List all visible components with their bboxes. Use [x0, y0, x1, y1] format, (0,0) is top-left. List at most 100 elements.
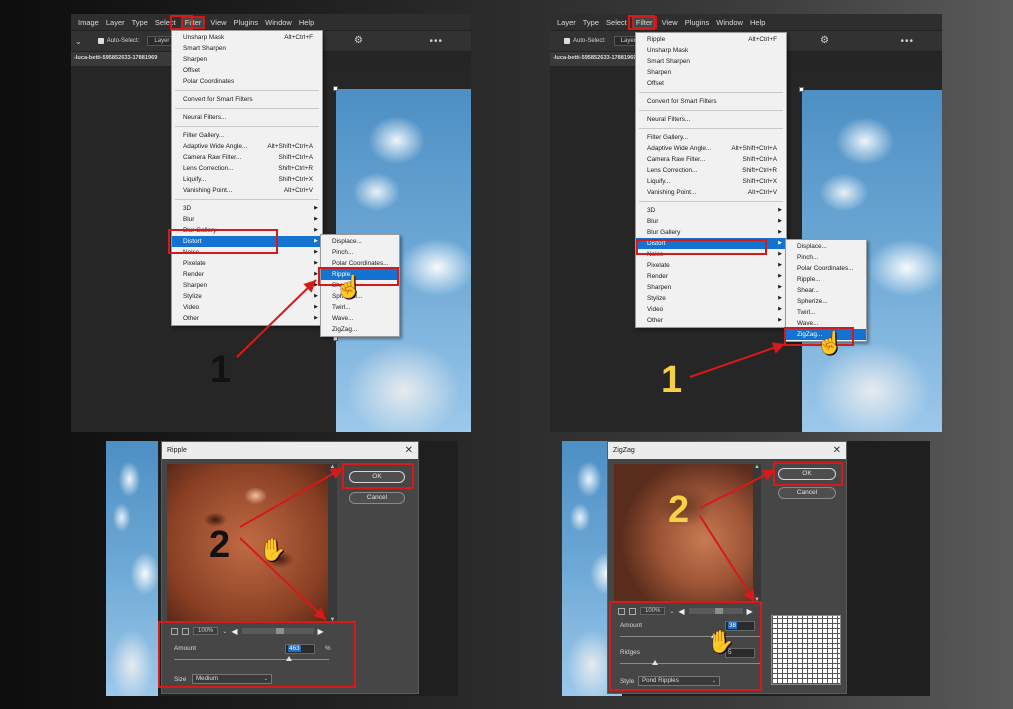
menu-item-lens-correction[interactable]: Lens Correction... Shift+Ctrl+R — [172, 163, 322, 174]
menu-image[interactable]: Image — [78, 18, 99, 27]
menu-item-vanishing-point[interactable]: Vanishing Point... Alt+Ctrl+V — [636, 187, 786, 198]
document-tab[interactable]: -luca-betti-595852633-17881969 — [71, 52, 175, 66]
menu-item-zigzag[interactable]: ZigZag... — [321, 324, 399, 335]
menu-item-smart-sharpen[interactable]: Smart Sharpen — [636, 56, 786, 67]
menu-item-other[interactable]: Other ▶ — [172, 313, 322, 324]
menu-item-other[interactable]: Other ▶ — [636, 315, 786, 326]
menu-item-ripple[interactable]: Ripple... — [786, 274, 866, 285]
submenu-arrow-icon: ▶ — [778, 218, 782, 224]
menu-item-sharpen[interactable]: Sharpen — [636, 67, 786, 78]
menu-layer[interactable]: Layer — [106, 18, 125, 27]
menu-item-sharpen[interactable]: Sharpen — [172, 54, 322, 65]
menu-item-convert-for-smart-filters[interactable]: Convert for Smart Filters — [172, 94, 322, 105]
menu-help[interactable]: Help — [750, 18, 765, 27]
menu-item-label: Unsharp Mask — [183, 34, 225, 41]
menu-item-convert-for-smart-filters[interactable]: Convert for Smart Filters — [636, 96, 786, 107]
menu-item-polar-coordinates[interactable]: Polar Coordinates... — [786, 263, 866, 274]
menu-view[interactable]: View — [662, 18, 678, 27]
checkbox-icon[interactable] — [97, 38, 104, 44]
preview-scrollbar[interactable]: ▲ ▼ — [753, 464, 761, 603]
cancel-button[interactable]: Cancel — [349, 492, 405, 504]
menu-plugins[interactable]: Plugins — [234, 18, 259, 27]
filter-preview[interactable] — [167, 464, 328, 623]
filter-menu: Unsharp Mask Alt+Ctrl+F Smart Sharpen Sharp… — [171, 30, 323, 326]
menu-window[interactable]: Window — [716, 18, 743, 27]
menu-item-blur[interactable]: Blur ▶ — [172, 214, 322, 225]
submenu-arrow-icon: ▶ — [314, 216, 318, 222]
checkbox-icon[interactable] — [564, 38, 570, 44]
menu-item-3d[interactable]: 3D ▶ — [172, 203, 322, 214]
menu-item-neural-filters[interactable]: Neural Filters... — [636, 114, 786, 125]
menu-window[interactable]: Window — [265, 18, 292, 27]
menu-item-sharpen[interactable]: Sharpen ▶ — [172, 280, 322, 291]
menu-item-smart-sharpen[interactable]: Smart Sharpen — [172, 43, 322, 54]
menu-item-video[interactable]: Video ▶ — [636, 304, 786, 315]
menu-item-lens-correction[interactable]: Lens Correction... Shift+Ctrl+R — [636, 165, 786, 176]
menu-item-render[interactable]: Render ▶ — [172, 269, 322, 280]
menu-item-stylize[interactable]: Stylize ▶ — [172, 291, 322, 302]
menu-item-unsharp-mask[interactable]: Unsharp Mask Alt+Ctrl+F — [172, 32, 322, 43]
menu-item-displace[interactable]: Displace... — [321, 236, 399, 247]
transform-handle[interactable] — [333, 86, 338, 91]
transform-handle[interactable] — [799, 87, 804, 92]
menu-item-label: Render — [183, 271, 204, 278]
menu-item-filter-gallery[interactable]: Filter Gallery... — [172, 130, 322, 141]
menu-item-pixelate[interactable]: Pixelate ▶ — [172, 258, 322, 269]
menu-item-label: Blur — [647, 218, 659, 225]
menu-separator — [175, 108, 319, 109]
menu-type[interactable]: Type — [132, 18, 148, 27]
menu-type[interactable]: Type — [583, 18, 599, 27]
menu-item-twirl[interactable]: Twirl... — [786, 307, 866, 318]
menu-item-displace[interactable]: Displace... — [786, 241, 866, 252]
menu-item-shear[interactable]: Shear... — [786, 285, 866, 296]
close-icon[interactable]: ✕ — [405, 442, 413, 459]
menu-item-label: Twirl... — [332, 304, 351, 311]
menu-plugins[interactable]: Plugins — [685, 18, 710, 27]
menu-item-label: Wave... — [332, 315, 354, 322]
menu-item-vanishing-point[interactable]: Vanishing Point... Alt+Ctrl+V — [172, 185, 322, 196]
menu-item-video[interactable]: Video ▶ — [172, 302, 322, 313]
menu-item-polar-coordinates[interactable]: Polar Coordinates — [172, 76, 322, 87]
menu-item-unsharp-mask[interactable]: Unsharp Mask — [636, 45, 786, 56]
menu-select[interactable]: Select — [606, 18, 627, 27]
menu-item-pinch[interactable]: Pinch... — [786, 252, 866, 263]
cancel-button[interactable]: Cancel — [778, 487, 836, 499]
menu-item-label: Stylize — [647, 295, 666, 302]
gear-icon[interactable]: ⚙ — [354, 35, 363, 46]
menu-item-neural-filters[interactable]: Neural Filters... — [172, 112, 322, 123]
menu-item-render[interactable]: Render ▶ — [636, 271, 786, 282]
menu-item-3d[interactable]: 3D ▶ — [636, 205, 786, 216]
menu-item-spherize[interactable]: Spherize... — [786, 296, 866, 307]
menu-layer[interactable]: Layer — [557, 18, 576, 27]
menu-item-ripple[interactable]: Ripple Alt+Ctrl+F — [636, 34, 786, 45]
menu-item-camera-raw-filter[interactable]: Camera Raw Filter... Shift+Ctrl+A — [636, 154, 786, 165]
menu-item-adaptive-wide-angle[interactable]: Adaptive Wide Angle... Alt+Shift+Ctrl+A — [172, 141, 322, 152]
menu-help[interactable]: Help — [299, 18, 314, 27]
preview-scrollbar[interactable]: ▲ ▼ — [328, 464, 337, 623]
menu-item-label: Sharpen — [647, 69, 672, 76]
filter-preview[interactable] — [614, 464, 753, 603]
menu-item-twirl[interactable]: Twirl... — [321, 302, 399, 313]
menu-item-filter-gallery[interactable]: Filter Gallery... — [636, 132, 786, 143]
gear-icon[interactable]: ⚙ — [820, 35, 829, 46]
menu-item-liquify[interactable]: Liquify... Shift+Ctrl+X — [636, 176, 786, 187]
close-icon[interactable]: ✕ — [833, 442, 841, 459]
menu-item-offset[interactable]: Offset — [172, 65, 322, 76]
menu-item-camera-raw-filter[interactable]: Camera Raw Filter... Shift+Ctrl+A — [172, 152, 322, 163]
menu-item-stylize[interactable]: Stylize ▶ — [636, 293, 786, 304]
menu-item-offset[interactable]: Offset — [636, 78, 786, 89]
menu-item-blur-gallery[interactable]: Blur Gallery ▶ — [636, 227, 786, 238]
menu-item-label: Polar Coordinates — [183, 78, 235, 85]
menu-item-blur[interactable]: Blur ▶ — [636, 216, 786, 227]
menu-view[interactable]: View — [210, 18, 226, 27]
menu-item-sharpen[interactable]: Sharpen ▶ — [636, 282, 786, 293]
dialog-title: Ripple — [167, 447, 187, 454]
more-options-icon[interactable]: ••• — [900, 36, 914, 47]
menu-item-pixelate[interactable]: Pixelate ▶ — [636, 260, 786, 271]
menu-item-pinch[interactable]: Pinch... — [321, 247, 399, 258]
menu-item-adaptive-wide-angle[interactable]: Adaptive Wide Angle... Alt+Shift+Ctrl+A — [636, 143, 786, 154]
more-options-icon[interactable]: ••• — [429, 36, 443, 47]
menu-item-liquify[interactable]: Liquify... Shift+Ctrl+X — [172, 174, 322, 185]
menu-item-wave[interactable]: Wave... — [321, 313, 399, 324]
menu-item-label: Displace... — [797, 243, 827, 250]
